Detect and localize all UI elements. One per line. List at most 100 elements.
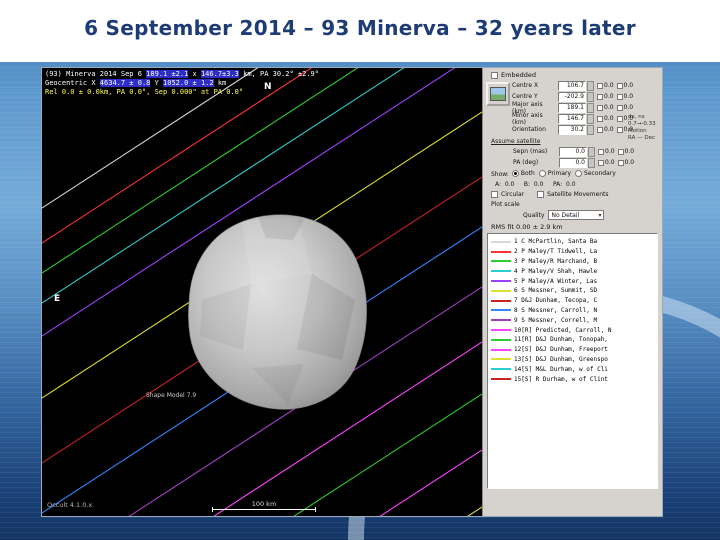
list-item[interactable]: 9 S Messner, Correll, M <box>490 315 655 325</box>
uncertainty-checkbox[interactable] <box>597 115 603 122</box>
uncertainty-checkbox[interactable] <box>617 148 624 155</box>
spinner-control[interactable] <box>587 91 594 102</box>
motion-note-line: 0.7→-0.33 <box>628 121 656 127</box>
uncertainty-group: 0.0 <box>598 148 615 155</box>
parameter-input[interactable]: 106.7 <box>558 80 586 91</box>
abpa-values: A: 0.0 B: 0.0 PA: 0.0 <box>495 181 576 188</box>
uncertainty-checkbox[interactable] <box>616 82 623 89</box>
uncertainty-checkbox[interactable] <box>598 159 604 166</box>
scale-line <box>212 507 316 512</box>
list-item[interactable]: 4 P Maley/V Shah, Hawle <box>490 266 655 276</box>
observer-text: 13[S] D&J Dunham, Greenspo <box>514 355 608 363</box>
fit-summary-line3: Rel 0.0 ± 0.0km, PA 0.0°, Sep 0.000" at … <box>45 88 244 96</box>
shape-model-label: Shape Model 7.9 <box>146 392 197 399</box>
list-item[interactable]: 1 C McPartlin, Santa Ba <box>490 237 655 247</box>
quality-dropdown[interactable]: No Detail <box>548 210 605 220</box>
list-item[interactable]: 12[S] D&J Dunham, Freeport <box>490 345 655 355</box>
observer-list[interactable]: 1 C McPartlin, Santa Ba 2 P Maley/T Tidwe… <box>487 233 658 489</box>
uncertainty-checkbox[interactable] <box>617 159 624 166</box>
uncertainty-group: 0.0 <box>597 104 614 111</box>
list-item[interactable]: 15[S] R Durham, w of Clint <box>490 374 655 384</box>
chord-plot-canvas[interactable]: (93) Minerva 2014 Sep 6 189.1 ±2.1 x 146… <box>42 68 482 516</box>
uncertainty-checkbox[interactable] <box>598 148 604 155</box>
fit-highlight: 146.7±3.3 <box>200 70 239 78</box>
chord-color-key <box>491 329 511 332</box>
show-option[interactable]: Secondary <box>575 170 616 177</box>
north-label: N <box>264 82 272 92</box>
list-item[interactable]: 11[R] D&J Dunham, Tonopah, <box>490 335 655 345</box>
spinner-control[interactable] <box>587 80 594 91</box>
plot-scale-row: Plot scale <box>491 201 662 208</box>
plot-scale-label: Plot scale <box>491 201 520 208</box>
spinner-control[interactable] <box>588 146 595 157</box>
chord-color-key <box>491 250 511 253</box>
uncertainty-checkbox[interactable] <box>616 115 623 122</box>
occult-app-window: (93) Minerva 2014 Sep 6 189.1 ±2.1 x 146… <box>41 67 663 517</box>
show-option[interactable]: Primary <box>538 170 571 177</box>
spinner-control[interactable] <box>587 102 594 113</box>
parameter-input[interactable]: 189.1 <box>558 102 586 113</box>
uncertainty-group: 0.0 <box>597 115 614 122</box>
uncertainty-value: 0.0 <box>623 93 634 100</box>
chord-color-key <box>491 368 511 371</box>
fit-text: x <box>188 70 201 78</box>
uncertainty-checkbox[interactable] <box>616 126 623 133</box>
embedded-checkbox[interactable] <box>491 71 498 79</box>
parameter-input[interactable]: -202.9 <box>558 91 586 102</box>
presentation-slide: 6 September 2014 – 93 Minerva – 32 years… <box>0 0 720 540</box>
list-item[interactable]: 8 S Messner, Carroll, N <box>490 306 655 316</box>
show-option[interactable]: Both <box>511 170 535 177</box>
uncertainty-checkbox[interactable] <box>597 82 603 89</box>
show-option-label: Both <box>520 170 535 177</box>
uncertainty-checkbox[interactable] <box>616 104 623 111</box>
observer-text: 12[S] D&J Dunham, Freeport <box>514 346 608 354</box>
list-item[interactable]: 2 P Maley/T Tidwell, La <box>490 247 655 257</box>
observer-text: 3 P Maley/R Marchand, B <box>514 257 598 265</box>
uncertainty-checkbox[interactable] <box>597 126 603 133</box>
radio-button[interactable] <box>511 170 519 177</box>
chord-color-key <box>491 358 511 361</box>
parameter-label: Centre X <box>512 82 539 89</box>
uncertainty-value: 0.0 <box>604 104 614 111</box>
list-item[interactable]: 5 P Maley/A Winter, Las <box>490 276 655 286</box>
spinner-control[interactable] <box>587 113 594 124</box>
uncertainty-group: 0.0 <box>597 93 614 100</box>
spinner-control[interactable] <box>587 124 594 135</box>
picture-icon <box>490 87 506 101</box>
parameter-label: Sepn (mas) <box>513 148 548 155</box>
observer-text: 14[S] M&L Durham, w of Cli <box>514 365 608 373</box>
list-item[interactable]: 13[S] D&J Dunham, Greenspo <box>490 355 655 365</box>
list-item[interactable]: 10[R] Predicted, Carroll, N <box>490 325 655 335</box>
parameter-row: Orientation 30.2 0.0 0.0 <box>512 124 633 135</box>
radio-button[interactable] <box>538 170 546 177</box>
circular-checkbox[interactable] <box>491 191 498 198</box>
uncertainty-checkbox[interactable] <box>597 93 603 100</box>
uncertainty-value: 0.0 <box>605 159 615 166</box>
fit-parameter-fields: Centre X 106.7 0.0 0.0 Centre Y -202.9 0.0 0.0 M… <box>512 80 633 135</box>
scale-label: 100 km <box>251 500 277 508</box>
radio-button[interactable] <box>575 170 583 177</box>
parameter-input[interactable]: 146.7 <box>558 113 586 124</box>
list-item[interactable]: 6 S Messner, Summit, SD <box>490 286 655 296</box>
parameter-row: Centre X 106.7 0.0 0.0 <box>512 80 633 91</box>
list-item[interactable]: 14[S] M&L Durham, w of Cli <box>490 364 655 374</box>
list-item[interactable]: 7 D&J Dunham, Tecopa, C <box>490 296 655 306</box>
quality-row: Quality No Detail <box>523 210 662 220</box>
spinner-control[interactable] <box>588 157 595 168</box>
uncertainty-checkbox[interactable] <box>597 104 603 111</box>
observer-text: 6 S Messner, Summit, SD <box>514 287 598 295</box>
fit-text: km <box>213 79 227 87</box>
parameter-row: Minor axis (km) 146.7 0.0 0.0 <box>512 112 633 126</box>
satellite-movements-checkbox[interactable] <box>537 191 545 198</box>
parameter-input[interactable]: 30.2 <box>558 124 586 135</box>
observer-text: 1 C McPartlin, Santa Ba <box>514 238 598 246</box>
parameter-input[interactable]: 0.0 <box>559 146 587 157</box>
motion-note: dx, ns 0.7→-0.33 Motion RA — Dec <box>628 114 660 142</box>
image-tool-button[interactable] <box>486 82 510 106</box>
list-item[interactable]: 3 P Maley/R Marchand, B <box>490 257 655 267</box>
uncertainty-checkbox[interactable] <box>616 93 623 100</box>
parameter-input[interactable]: 0.0 <box>559 157 587 168</box>
fit-text: Geocentric X <box>45 79 100 87</box>
chord-plot-svg <box>42 68 482 516</box>
uncertainty-group: 0.0 <box>616 104 633 111</box>
